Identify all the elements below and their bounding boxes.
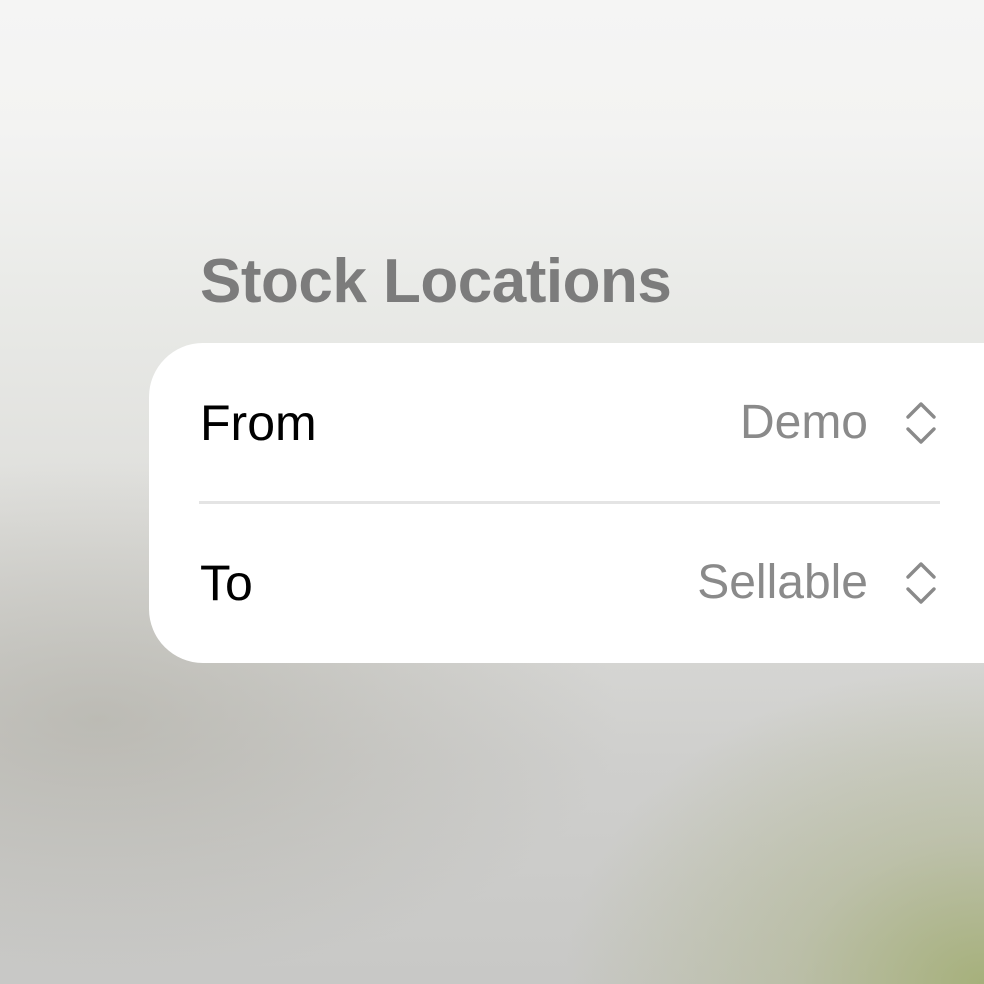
to-location-select[interactable]: To Sellable [200, 503, 940, 663]
from-value: Demo [739, 396, 868, 449]
from-label: From [200, 395, 317, 451]
from-location-select[interactable]: From Demo [200, 343, 940, 503]
stock-locations-card: From Demo To Sellable [149, 343, 984, 663]
to-value: Sellable [697, 556, 868, 609]
section-title: Stock Locations [200, 247, 672, 316]
to-label: To [200, 555, 253, 611]
from-value-group[interactable]: Demo [740, 393, 940, 453]
chevron-up-down-icon [906, 562, 936, 604]
chevron-up-down-icon [906, 402, 936, 444]
to-value-group[interactable]: Sellable [697, 553, 940, 613]
